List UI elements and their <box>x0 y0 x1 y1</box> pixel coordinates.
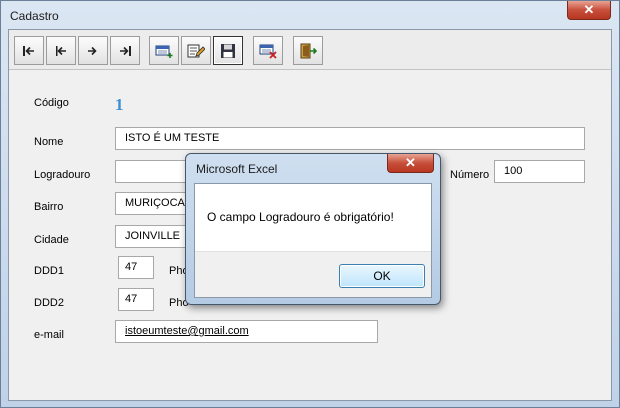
edit-record-icon <box>187 44 205 57</box>
nome-field[interactable]: ISTO É UM TESTE <box>115 127 585 150</box>
next-record-button[interactable] <box>78 36 108 65</box>
codigo-value: 1 <box>115 95 124 114</box>
nome-label: Nome <box>34 136 64 148</box>
cadastro-window: Cadastro ✕ Código 1 Nome ISTO É UM TESTE… <box>0 0 620 408</box>
numero-label: Número <box>450 169 490 181</box>
exit-button[interactable] <box>293 36 323 65</box>
email-field[interactable]: istoeumteste@gmail.com <box>115 320 378 343</box>
window-title: Cadastro <box>10 9 59 23</box>
next-record-icon <box>88 46 97 55</box>
numero-field[interactable]: 100 <box>494 160 585 183</box>
dialog-close-button[interactable]: ✕ <box>387 154 434 173</box>
message-dialog: Microsoft Excel ✕ O campo Logradouro é o… <box>185 153 441 305</box>
previous-record-button[interactable] <box>46 36 76 65</box>
window-close-button[interactable]: ✕ <box>567 1 611 20</box>
exit-door-icon <box>300 43 317 58</box>
edit-record-button[interactable] <box>181 36 211 65</box>
new-record-button[interactable] <box>149 36 179 65</box>
last-record-button[interactable] <box>110 36 140 65</box>
dialog-message: O campo Logradouro é obrigatório! <box>207 210 394 224</box>
first-record-icon <box>23 45 34 56</box>
cidade-label: Cidade <box>34 234 69 246</box>
toolbar <box>9 30 611 70</box>
delete-record-button[interactable] <box>253 36 283 65</box>
delete-record-icon <box>259 44 277 59</box>
logradouro-label: Logradouro <box>34 169 91 181</box>
previous-record-icon <box>56 45 66 56</box>
first-record-button[interactable] <box>14 36 44 65</box>
bairro-label: Bairro <box>34 201 64 213</box>
codigo-label: Código <box>34 97 69 109</box>
ddd1-field[interactable]: 47 <box>118 256 154 279</box>
logradouro-field[interactable] <box>115 160 195 183</box>
ddd1-label: DDD1 <box>34 265 64 277</box>
last-record-icon <box>120 45 131 56</box>
save-icon <box>221 43 235 58</box>
close-icon: ✕ <box>405 155 416 170</box>
new-record-icon <box>155 45 173 58</box>
save-record-button[interactable] <box>213 36 243 65</box>
ddd2-field[interactable]: 47 <box>118 288 154 311</box>
title-bar[interactable]: Cadastro ✕ <box>1 1 619 29</box>
dialog-body: O campo Logradouro é obrigatório! OK <box>194 183 432 298</box>
ddd2-label: DDD2 <box>34 297 64 309</box>
cidade-field[interactable]: JOINVILLE <box>115 225 195 248</box>
bairro-field[interactable]: MURIÇOCA <box>115 192 195 215</box>
dialog-title: Microsoft Excel <box>196 162 278 176</box>
email-label: e-mail <box>34 329 64 341</box>
dialog-footer: OK <box>195 251 431 297</box>
close-icon: ✕ <box>583 2 595 17</box>
ok-button[interactable]: OK <box>339 264 425 288</box>
